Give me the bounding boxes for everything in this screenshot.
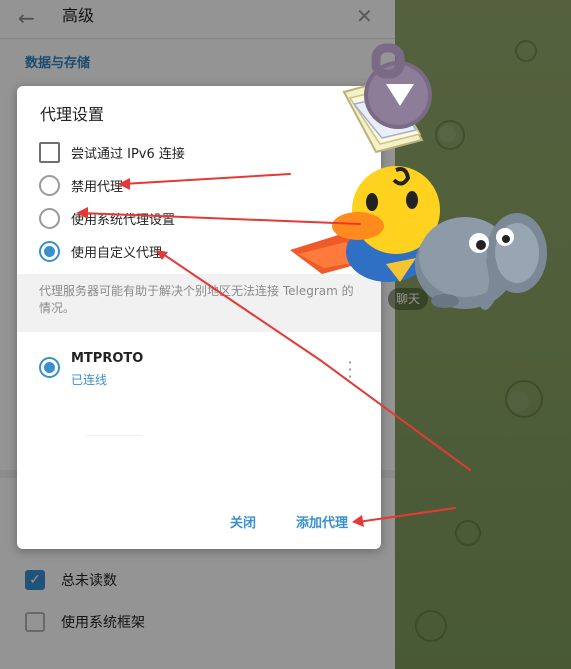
checkbox-checked-icon[interactable]: ✓ bbox=[25, 570, 45, 590]
radio-icon[interactable] bbox=[39, 208, 60, 229]
radio-icon[interactable] bbox=[39, 175, 60, 196]
page-title: 高级 bbox=[62, 6, 95, 25]
checkbox-icon[interactable] bbox=[25, 612, 45, 632]
wallpaper-doodle bbox=[435, 120, 465, 150]
radio-selected-icon[interactable] bbox=[39, 241, 60, 262]
kettlebell-sticker-icon bbox=[342, 43, 432, 154]
unread-count-option[interactable]: ✓ 总未读数 bbox=[25, 570, 117, 590]
checkbox-icon[interactable] bbox=[39, 142, 60, 163]
add-proxy-button[interactable]: 添加代理 bbox=[296, 512, 348, 531]
divider bbox=[87, 435, 142, 436]
wallpaper-doodle bbox=[515, 40, 537, 62]
wallpaper-doodle bbox=[505, 380, 543, 418]
custom-proxy-label: 使用自定义代理 bbox=[71, 246, 163, 261]
radio-selected-icon[interactable] bbox=[39, 357, 60, 378]
proxy-list-item[interactable]: MTPROTO 已连线 bbox=[39, 349, 359, 397]
disable-proxy-label: 禁用代理 bbox=[71, 180, 124, 195]
ipv6-label: 尝试通过 IPv6 连接 bbox=[71, 147, 185, 162]
back-arrow-icon[interactable]: ← bbox=[18, 6, 35, 30]
proxy-name: MTPROTO bbox=[71, 351, 144, 366]
ipv6-option[interactable]: 尝试通过 IPv6 连接 bbox=[39, 142, 185, 163]
elephant-sticker-icon bbox=[415, 213, 547, 310]
system-proxy-option[interactable]: 使用系统代理设置 bbox=[39, 208, 175, 229]
close-icon[interactable]: ✕ bbox=[356, 4, 373, 28]
wallpaper-doodle bbox=[415, 610, 447, 642]
wallpaper-doodle bbox=[455, 520, 481, 546]
proxy-status: 已连线 bbox=[71, 373, 108, 387]
system-frame-option[interactable]: 使用系统框架 bbox=[25, 612, 145, 632]
system-proxy-label: 使用系统代理设置 bbox=[71, 213, 176, 228]
section-title-data-storage: 数据与存储 bbox=[25, 56, 91, 71]
disable-proxy-option[interactable]: 禁用代理 bbox=[39, 175, 123, 196]
more-vertical-icon[interactable]: · · · bbox=[345, 355, 355, 385]
settings-header: ← 高级 ✕ bbox=[0, 0, 395, 39]
proxy-settings-dialog: 代理设置 尝试通过 IPv6 连接 禁用代理 使用系统代理设置 使用自定义代理 … bbox=[17, 86, 381, 549]
close-button[interactable]: 关闭 bbox=[230, 512, 256, 531]
custom-proxy-option[interactable]: 使用自定义代理 bbox=[39, 241, 162, 262]
unread-count-label: 总未读数 bbox=[61, 573, 117, 589]
dialog-title: 代理设置 bbox=[40, 105, 105, 124]
system-frame-label: 使用系统框架 bbox=[61, 615, 145, 631]
